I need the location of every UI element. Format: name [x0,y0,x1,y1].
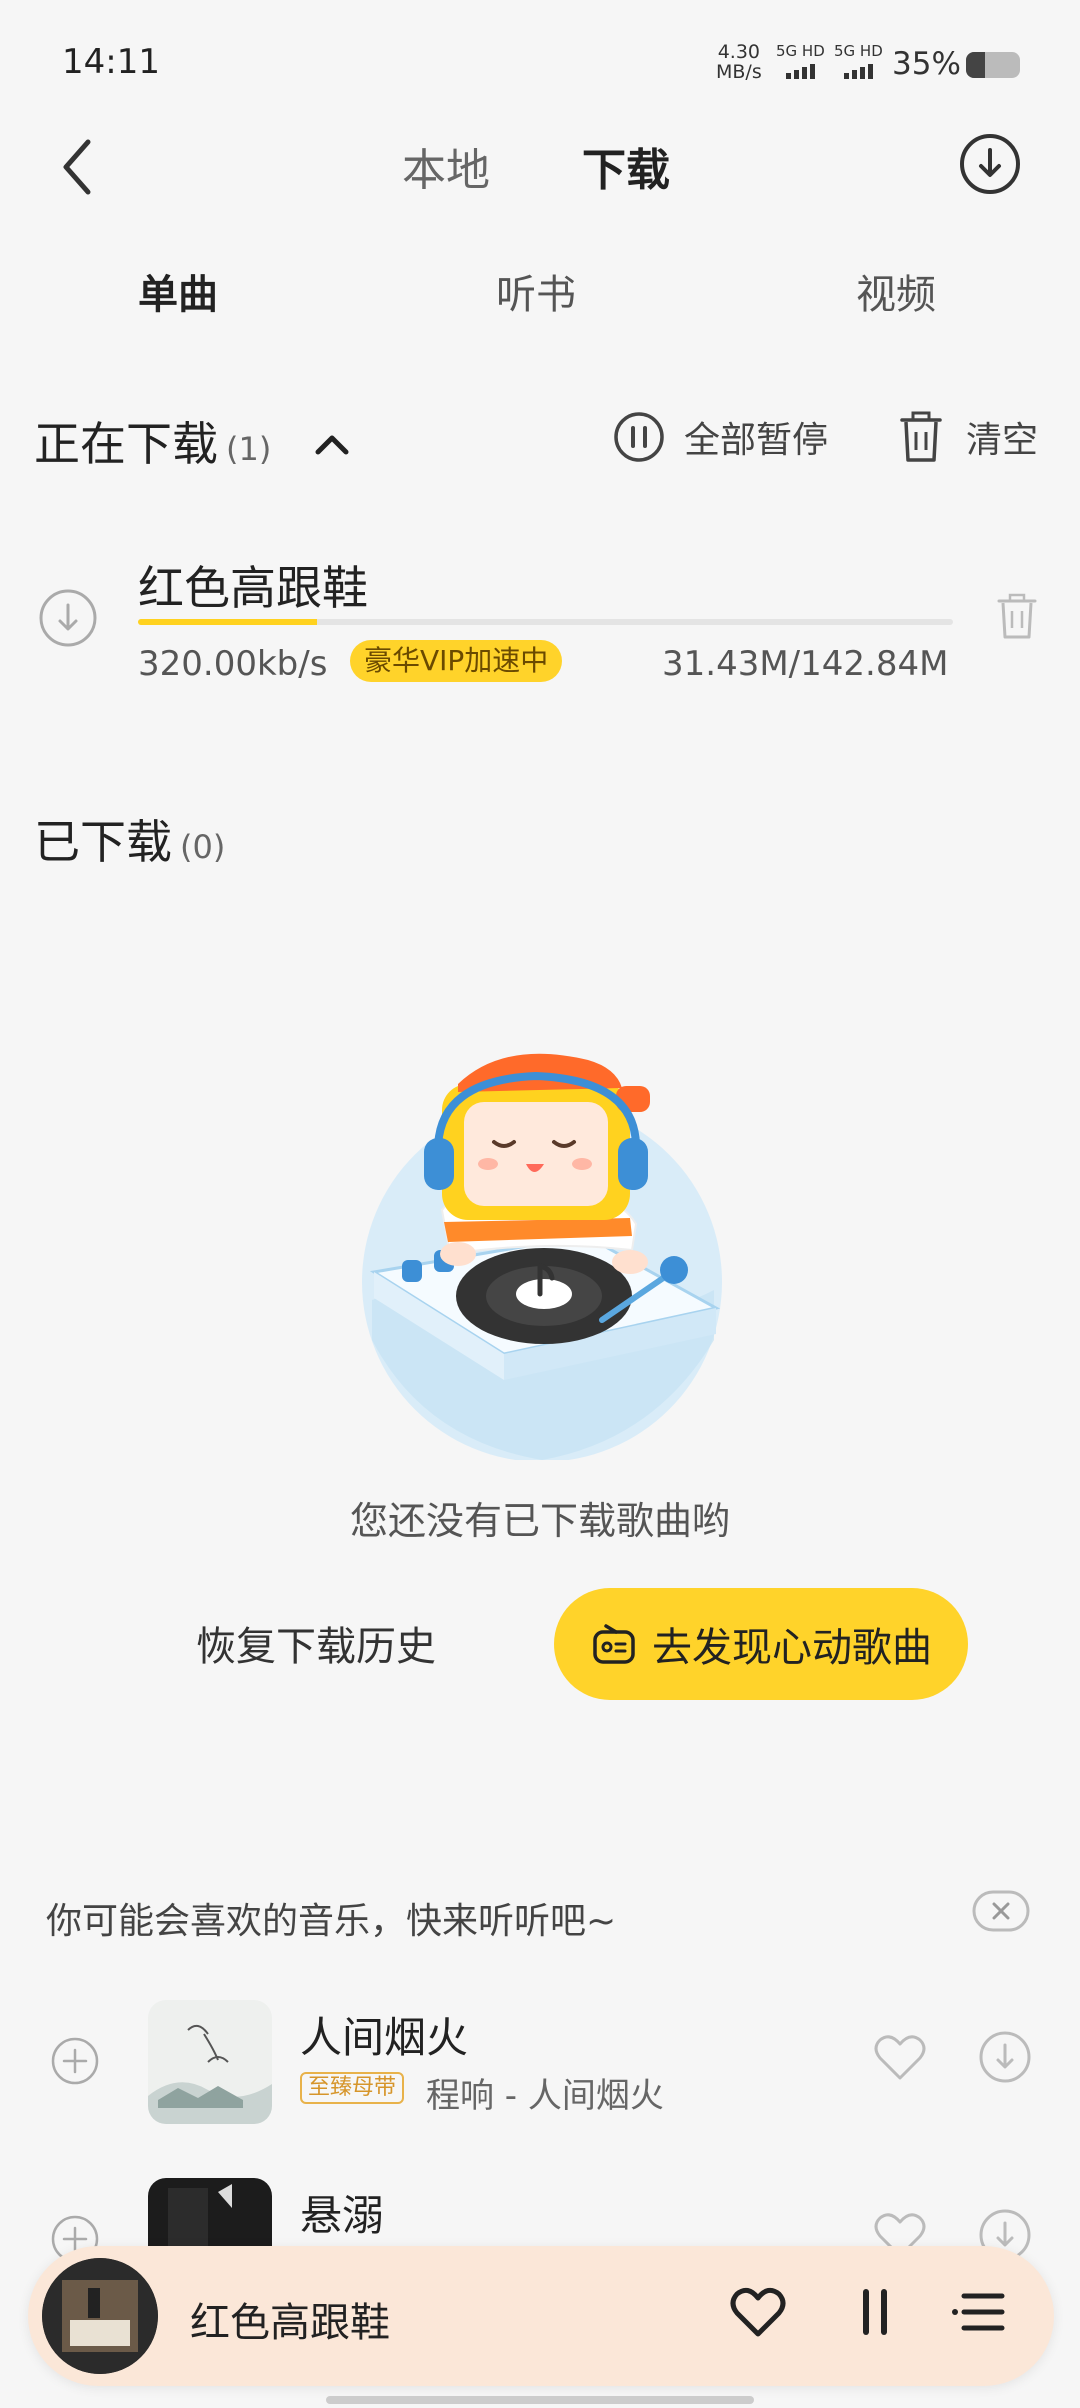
heart-icon[interactable] [728,2282,788,2342]
trash-icon [900,411,942,462]
download-settings-icon[interactable] [958,132,1022,196]
signal-icon [786,64,815,79]
now-playing-cover [42,2258,158,2374]
add-to-playlist-icon[interactable] [50,2036,100,2086]
dj-mascot-illustration [362,1053,722,1460]
mini-player[interactable]: 红色高跟鞋 [28,2246,1054,2386]
song-title: 悬溺 [300,2191,385,2240]
playlist-icon[interactable] [950,2284,1008,2340]
downloaded-count: (0) [180,828,226,866]
empty-downloads-message: 您还没有已下载歌曲哟 [349,1499,730,1543]
download-progress-bar [138,619,953,625]
status-bar: 14:11 4.30 MB/s 5G HD 5G HD 35% [0,0,1080,120]
song-title: 人间烟火 [300,2013,469,2062]
chevron-up-icon[interactable] [312,428,352,458]
subtab-singles[interactable]: 单曲 [138,262,224,320]
downloading-title: 正在下载 [34,417,218,471]
now-playing-title: 红色高跟鞋 [190,2300,390,2346]
album-cover-image [148,2000,272,2124]
discover-songs-label: 去发现心动歌曲 [652,1625,932,1671]
downloaded-header: 已下载 (0) [34,806,225,872]
radio-icon [593,1624,635,1664]
battery-icon [966,52,1020,78]
battery-percent: 35% [892,46,961,82]
signal-icon [844,64,873,79]
delete-item-icon[interactable] [996,592,1038,640]
pause-all-label: 全部暂停 [684,420,829,461]
network-speed-value: 4.30 [717,41,761,63]
close-icon[interactable] [972,1890,1030,1932]
subtab-singles-label: 单曲 [138,272,218,318]
restore-history-button[interactable]: 恢复下载历史 [196,1614,436,1672]
downloaded-title: 已下载 [34,815,172,869]
discover-songs-button[interactable]: 去发现心动歌曲 [554,1588,968,1700]
back-arrow-icon[interactable] [52,132,112,202]
download-speed: 320.00kb/s [138,644,328,684]
subtab-audiobooks[interactable]: 听书 [496,262,576,320]
network-speed: 4.30 MB/s [716,42,762,82]
download-size: 31.43M/142.84M [662,644,949,684]
download-manager-page: 14:11 4.30 MB/s 5G HD 5G HD 35% 本地 下载 单曲… [0,0,1080,2408]
download-item-title: 红色高跟鞋 [138,561,368,615]
heart-icon[interactable] [872,2032,928,2084]
network-speed-unit: MB/s [716,61,762,83]
home-indicator [326,2396,754,2404]
subtab-videos[interactable]: 视频 [856,262,936,320]
download-status-icon[interactable] [38,588,98,648]
tab-download[interactable]: 下载 [582,134,672,198]
song-artist-album: 程响 - 人间烟火 [426,2076,664,2116]
tab-local[interactable]: 本地 [402,134,490,198]
sim1-label: 5G HD [776,42,825,60]
master-quality-tag: 至臻母带 [300,2072,405,2104]
pause-circle-icon [614,412,664,462]
top-nav: 本地 下载 [0,120,1080,220]
tab-download-label: 下载 [582,145,670,196]
pause-icon[interactable] [850,2284,900,2340]
pause-all-button[interactable]: 全部暂停 [612,410,828,464]
downloading-header[interactable]: 正在下载 (1) [34,408,271,474]
clear-label: 清空 [966,420,1039,461]
downloading-count: (1) [226,430,272,468]
sim2-label: 5G HD [834,42,883,60]
recommendations-title: 你可能会喜欢的音乐，快来听听吧~ [46,1901,617,1942]
clear-button[interactable]: 清空 [898,410,1038,464]
download-icon[interactable] [978,2030,1032,2084]
vip-accelerating-badge: 豪华VIP加速中 [350,640,563,682]
recommendation-song-row[interactable]: 人间烟火 至臻母带 程响 - 人间烟火 [0,1990,1080,2140]
status-time: 14:11 [62,42,160,82]
